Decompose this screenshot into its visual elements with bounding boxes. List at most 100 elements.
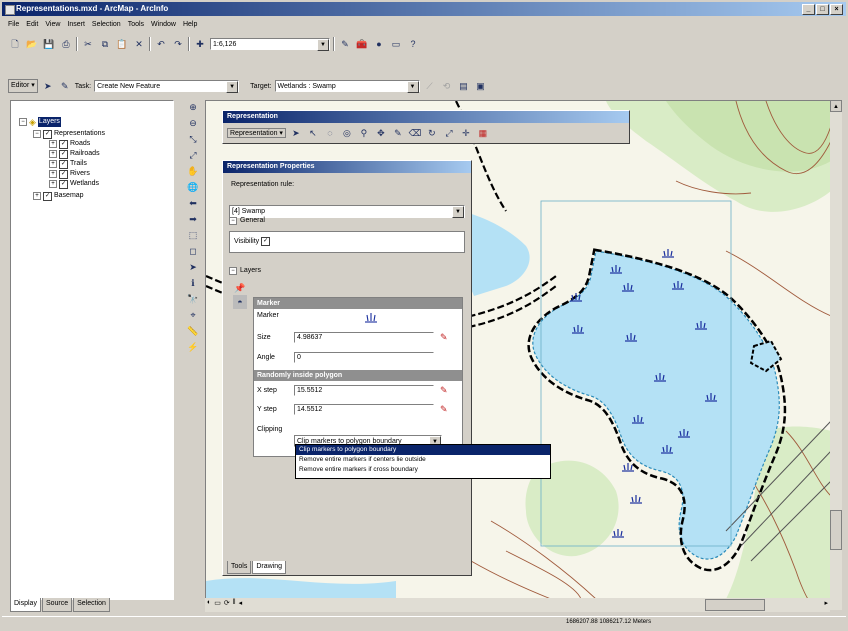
- marker-tool-icon[interactable]: ⚲: [357, 126, 371, 140]
- general-section-header[interactable]: − General: [229, 215, 265, 227]
- layer-visible-checkbox[interactable]: ✓: [43, 191, 52, 201]
- select-elements-icon[interactable]: ◻: [186, 244, 200, 258]
- reshape-icon[interactable]: ✎: [391, 126, 405, 140]
- print-icon[interactable]: ⎙: [59, 37, 73, 51]
- redo-icon[interactable]: ↷: [171, 37, 185, 51]
- direct-select-icon[interactable]: ↖: [306, 126, 320, 140]
- dropdown-option[interactable]: Clip markers to polygon boundary: [296, 445, 550, 455]
- layer-visible-checkbox[interactable]: ✓: [59, 139, 68, 149]
- chevron-down-icon[interactable]: ▼: [317, 39, 329, 51]
- tab-display[interactable]: Display: [10, 598, 41, 612]
- layer-visible-checkbox[interactable]: ✓: [59, 179, 68, 189]
- close-button[interactable]: ×: [830, 4, 843, 15]
- expand-icon[interactable]: +: [49, 150, 57, 158]
- erase-icon[interactable]: ⌫: [408, 126, 422, 140]
- pan-icon[interactable]: ✋: [186, 164, 200, 178]
- add-data-icon[interactable]: ✚: [193, 37, 207, 51]
- menu-view[interactable]: View: [45, 18, 60, 32]
- chevron-down-icon[interactable]: ▼: [452, 206, 464, 218]
- attributes-icon[interactable]: ▤: [457, 79, 471, 93]
- toc-row-layers[interactable]: − ◈ Layers: [19, 117, 61, 127]
- free-rep-icon[interactable]: ◎: [340, 126, 354, 140]
- editor-toolbar-icon[interactable]: ✎: [338, 37, 352, 51]
- map-scale-combo[interactable]: 1:6,126 ▼: [210, 38, 330, 51]
- arctoolbox-icon[interactable]: 🧰: [355, 37, 369, 51]
- angle-field[interactable]: 0: [294, 352, 434, 363]
- editor-menu[interactable]: Editor ▾: [8, 79, 38, 93]
- task-combo[interactable]: Create New Feature ▼: [94, 80, 240, 93]
- pencil-icon[interactable]: ✎: [440, 405, 448, 414]
- lasso-select-icon[interactable]: ◌: [323, 126, 337, 140]
- fill-layer-icon[interactable]: ◓: [233, 295, 247, 309]
- sketch-properties-icon[interactable]: ▣: [474, 79, 488, 93]
- tab-tools[interactable]: Tools: [227, 561, 252, 574]
- dropdown-option[interactable]: Remove entire markers if centers lie out…: [296, 455, 550, 465]
- expand-icon[interactable]: +: [49, 170, 57, 178]
- horizontal-scrollbar[interactable]: ◐ ▭ ⟳ ‖ ◂ ▸: [205, 598, 830, 612]
- split-tool-icon[interactable]: ⟋: [423, 79, 437, 93]
- copy-icon[interactable]: ⧉: [98, 37, 112, 51]
- ystep-field[interactable]: 14.5512: [294, 404, 434, 415]
- minimize-button[interactable]: _: [802, 4, 815, 15]
- expand-icon[interactable]: +: [49, 160, 57, 168]
- hyperlink-icon[interactable]: ⚡: [186, 340, 200, 354]
- scroll-left-icon[interactable]: ◂: [239, 599, 243, 607]
- measure-icon[interactable]: 📏: [186, 324, 200, 338]
- expand-icon[interactable]: +: [33, 192, 41, 200]
- forward-extent-icon[interactable]: ➡: [186, 212, 200, 226]
- layers-section-header[interactable]: − Layers: [229, 265, 261, 277]
- properties-icon[interactable]: ▦: [476, 126, 490, 140]
- pan-icon[interactable]: ✛: [459, 126, 473, 140]
- chevron-down-icon[interactable]: ▼: [226, 81, 239, 93]
- data-view-icon[interactable]: ◐: [207, 599, 211, 607]
- new-document-icon[interactable]: 🗋: [8, 37, 22, 51]
- toc-row-wetlands[interactable]: + ✓ Wetlands: [49, 179, 99, 189]
- dropdown-option[interactable]: Remove entire markers if cross boundary: [296, 465, 550, 475]
- fixed-zoom-out-icon[interactable]: ⤢: [186, 148, 200, 162]
- menu-edit[interactable]: Edit: [26, 18, 38, 32]
- cut-icon[interactable]: ✂: [81, 37, 95, 51]
- rotate-icon[interactable]: ↻: [425, 126, 439, 140]
- refresh-icon[interactable]: ⟳: [224, 599, 230, 607]
- scroll-right-icon[interactable]: ▸: [824, 599, 828, 607]
- layer-visible-checkbox[interactable]: ✓: [59, 159, 68, 169]
- pencil-icon[interactable]: ✎: [440, 386, 448, 395]
- expand-icon[interactable]: +: [49, 140, 57, 148]
- undo-icon[interactable]: ↶: [154, 37, 168, 51]
- menu-insert[interactable]: Insert: [67, 18, 85, 32]
- menu-help[interactable]: Help: [183, 18, 197, 32]
- tab-drawing[interactable]: Drawing: [252, 561, 287, 574]
- menu-window[interactable]: Window: [151, 18, 176, 32]
- back-extent-icon[interactable]: ⬅: [186, 196, 200, 210]
- find-icon[interactable]: 🔭: [186, 292, 200, 306]
- whats-this-icon[interactable]: ?: [406, 37, 420, 51]
- chevron-down-icon[interactable]: ▼: [406, 81, 419, 93]
- delete-icon[interactable]: ✕: [132, 37, 146, 51]
- layout-view-icon[interactable]: ▭: [214, 599, 221, 607]
- fixed-zoom-in-icon[interactable]: ⤡: [186, 132, 200, 146]
- edit-tool-icon[interactable]: ➤: [41, 79, 55, 93]
- scale-icon[interactable]: ⤢: [442, 126, 456, 140]
- target-combo[interactable]: Wetlands : Swamp ▼: [274, 80, 420, 93]
- select-features-icon[interactable]: ⬚: [186, 228, 200, 242]
- layer-visible-checkbox[interactable]: ✓: [43, 129, 52, 139]
- marker-preview[interactable]: [364, 310, 378, 324]
- menu-file[interactable]: File: [8, 18, 19, 32]
- select-tool-icon[interactable]: ➤: [289, 126, 303, 140]
- move-icon[interactable]: ✥: [374, 126, 388, 140]
- scroll-thumb[interactable]: [830, 510, 842, 550]
- vertical-scrollbar[interactable]: ▲: [830, 100, 842, 610]
- rotate-tool-icon[interactable]: ⟲: [440, 79, 454, 93]
- zoom-out-icon[interactable]: ⊖: [186, 116, 200, 130]
- representation-menu[interactable]: Representation ▾: [227, 128, 286, 138]
- xstep-field[interactable]: 15.5512: [294, 385, 434, 396]
- toc-row-representations[interactable]: − ✓ Representations: [33, 129, 105, 139]
- pencil-icon[interactable]: ✎: [440, 333, 448, 342]
- tab-selection[interactable]: Selection: [73, 598, 110, 612]
- full-extent-icon[interactable]: 🌐: [186, 180, 200, 194]
- marker-layer-icon[interactable]: 📌: [233, 281, 247, 295]
- toc-row-rivers[interactable]: + ✓ Rivers: [49, 169, 90, 179]
- toc-row-trails[interactable]: + ✓ Trails: [49, 159, 87, 169]
- layer-visible-checkbox[interactable]: ✓: [59, 149, 68, 159]
- paste-icon[interactable]: 📋: [115, 37, 129, 51]
